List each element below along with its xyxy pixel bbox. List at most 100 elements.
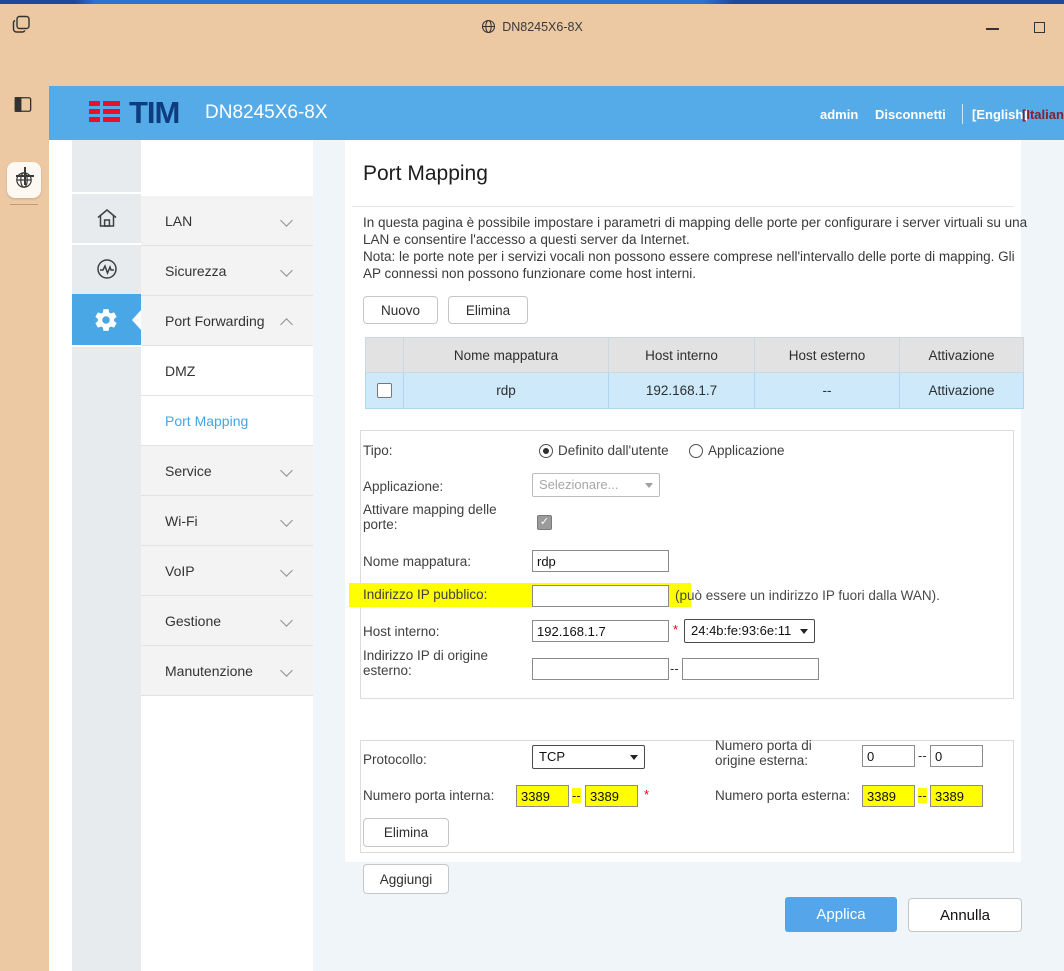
logout-link[interactable]: Disconnetti [875, 107, 946, 122]
external-source-ip-label: Indirizzo IP di origine esterno: [363, 648, 523, 678]
external-port-start-input[interactable] [862, 785, 915, 807]
header-internal-host: Host interno [609, 338, 755, 373]
protocol-label: Protocollo: [363, 752, 427, 767]
application-label: Applicazione: [363, 479, 443, 494]
internal-port-label: Numero porta interna: [363, 788, 494, 803]
content-area: Port Mapping In questa pagina è possibil… [313, 140, 1064, 971]
menu-item-gestione[interactable]: Gestione [141, 596, 313, 646]
header-activation: Attivazione [900, 338, 1024, 373]
type-application-radio[interactable] [689, 444, 703, 458]
chevron-down-icon [280, 564, 293, 577]
chevron-down-icon [280, 514, 293, 527]
mapping-name-label: Nome mappatura: [363, 554, 471, 569]
model-name: DN8245X6-8X [205, 102, 328, 124]
external-source-port-start-input[interactable] [862, 745, 915, 767]
range-separator: -- [572, 788, 581, 803]
browser-toolbar: ← ↻ Not secure 192.168.1.1/index.asp Aʹʹ… [0, 46, 1064, 86]
enable-mapping-checkbox[interactable]: ✓ [537, 515, 552, 530]
type-user-defined-radio[interactable] [539, 444, 553, 458]
browser-titlebar: DN8245X6-8X [0, 4, 1064, 46]
apply-button[interactable]: Applica [785, 897, 897, 932]
type-user-defined-label[interactable]: Definito dall'utente [558, 443, 669, 458]
internal-host-input[interactable] [532, 620, 669, 642]
delete-entry-button[interactable]: Elimina [363, 818, 449, 847]
page-description: In questa pagina è possibile impostare i… [363, 214, 1031, 282]
type-application-label[interactable]: Applicazione [708, 443, 785, 458]
description-2: Nota: le porte note per i servizi vocali… [363, 248, 1031, 282]
header-external-host: Host esterno [755, 338, 900, 373]
active-pointer [132, 310, 141, 330]
application-select[interactable]: Selezionare... [532, 473, 660, 497]
submenu-item-dmz[interactable]: DMZ [141, 346, 313, 396]
tim-brand: TIM [129, 95, 179, 131]
lang-italian-link[interactable]: [Italiano] [1022, 107, 1064, 122]
mapping-name-input[interactable] [532, 550, 669, 572]
new-button[interactable]: Nuovo [363, 296, 438, 324]
public-ip-input[interactable] [532, 585, 669, 607]
minimize-button[interactable] [986, 28, 999, 30]
public-ip-label: Indirizzo IP pubblico: [363, 587, 487, 602]
menu-item-manutenzione[interactable]: Manutenzione [141, 646, 313, 696]
description-1: In questa pagina è possibile impostare i… [363, 214, 1031, 248]
chevron-down-icon [645, 483, 653, 488]
chevron-down-icon [280, 614, 293, 627]
external-source-port-end-input[interactable] [930, 745, 983, 767]
chevron-down-icon [280, 264, 293, 277]
title-divider [352, 206, 1014, 207]
chevron-down-icon [800, 629, 808, 634]
cell-internal-host: 192.168.1.7 [609, 373, 755, 409]
delete-button[interactable]: Elimina [448, 296, 528, 324]
internal-port-start-input[interactable] [516, 785, 569, 807]
menu-item-port-forwarding[interactable]: Port Forwarding [141, 296, 313, 346]
required-marker: * [673, 622, 678, 637]
page-title: Port Mapping [363, 162, 488, 186]
range-separator: -- [918, 748, 927, 763]
chevron-down-icon [630, 755, 638, 760]
window-title: DN8245X6-8X [0, 19, 1064, 34]
chevron-down-icon [280, 214, 293, 227]
header-name: Nome mappatura [404, 338, 609, 373]
external-source-ip-end-input[interactable] [682, 658, 819, 680]
submenu-item-port-mapping[interactable]: Port Mapping [141, 396, 313, 446]
chevron-down-icon [280, 664, 293, 677]
header-divider [962, 104, 963, 124]
logged-user: admin [820, 107, 858, 122]
row-checkbox[interactable] [377, 383, 392, 398]
menu-item-wifi[interactable]: Wi-Fi [141, 496, 313, 546]
external-port-label: Numero porta esterna: [715, 788, 850, 803]
mapping-table: Nome mappatura Host interno Host esterno… [365, 337, 1024, 409]
new-tab-icon[interactable] [15, 166, 35, 186]
cancel-button[interactable]: Annulla [908, 898, 1022, 932]
header-checkbox-col [366, 338, 404, 373]
lang-english-link[interactable]: [English] [972, 107, 1028, 122]
home-nav-icon[interactable] [95, 206, 119, 235]
mac-address-select[interactable]: 24:4b:fe:93:6e:11 [684, 619, 815, 643]
add-button[interactable]: Aggiungi [363, 864, 449, 894]
gear-icon [93, 307, 119, 338]
menu-item-lan[interactable]: LAN [141, 196, 313, 246]
tab-panel-icon[interactable] [14, 96, 32, 118]
status-nav-icon[interactable] [95, 257, 119, 286]
nav-menu: LAN Sicurezza Port Forwarding DMZ Port M… [141, 140, 313, 971]
enable-mapping-label: Attivare mapping delle porte: [363, 502, 528, 532]
internal-port-end-input[interactable] [585, 785, 638, 807]
tim-logo-icon [89, 101, 120, 122]
external-source-port-label: Numero porta di origine esterna: [715, 738, 850, 768]
maximize-button[interactable] [1034, 22, 1045, 33]
vertical-tab-strip [0, 46, 49, 971]
public-ip-hint: (può essere un indirizzo IP fuori dalla … [675, 588, 940, 603]
menu-item-sicurezza[interactable]: Sicurezza [141, 246, 313, 296]
external-port-end-input[interactable] [930, 785, 983, 807]
menu-item-service[interactable]: Service [141, 446, 313, 496]
external-source-ip-start-input[interactable] [532, 658, 669, 680]
range-separator: -- [670, 661, 679, 676]
table-header-row: Nome mappatura Host interno Host esterno… [366, 338, 1024, 373]
menu-item-voip[interactable]: VoIP [141, 546, 313, 596]
cell-external-host: -- [755, 373, 900, 409]
cell-activation[interactable]: Attivazione [900, 373, 1024, 409]
internal-host-label: Host interno: [363, 624, 440, 639]
protocol-select[interactable]: TCP [532, 745, 645, 769]
settings-nav-active[interactable] [72, 294, 141, 345]
chevron-up-icon [280, 318, 293, 331]
browser-window: DN8245X6-8X ← ↻ Not secure 192.168.1.1/i… [0, 0, 1064, 971]
